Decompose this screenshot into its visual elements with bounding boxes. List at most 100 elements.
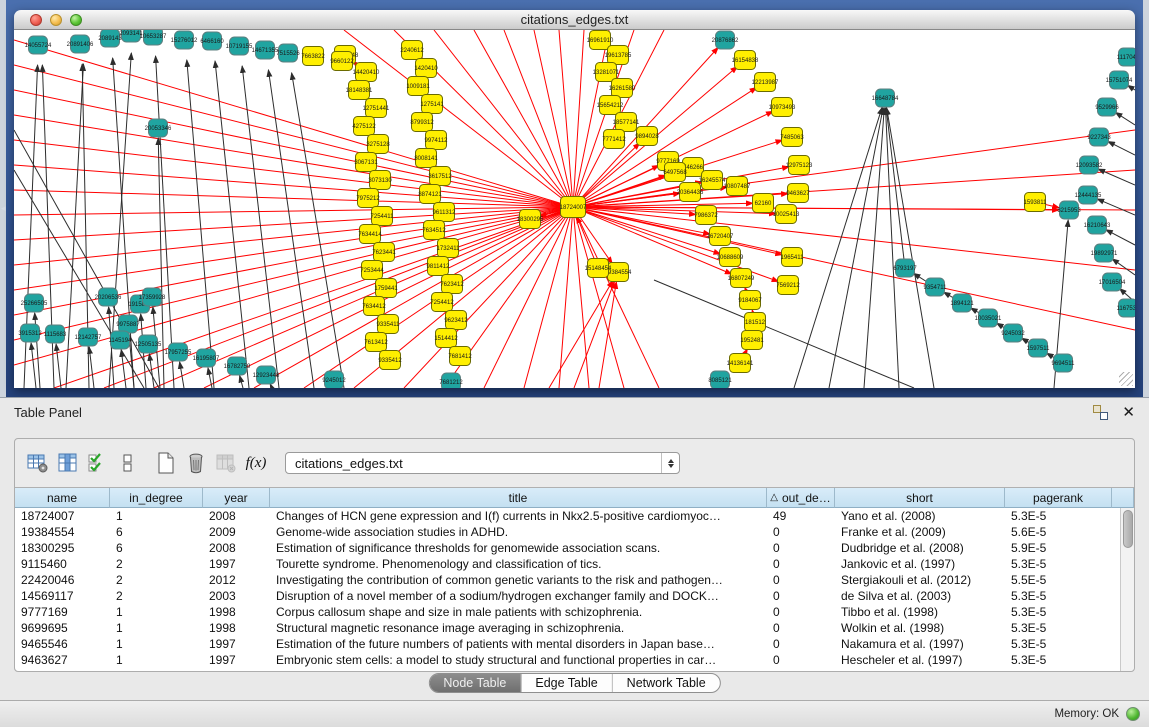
graph-node-label: 20891406	[67, 42, 94, 48]
graph-node-label: 16195807	[193, 356, 220, 362]
delete-table-icon[interactable]	[181, 448, 211, 478]
graph-node-label: 7254411	[371, 214, 395, 220]
tab-edge-table[interactable]: Edge Table	[520, 674, 611, 692]
minimize-window-button[interactable]	[50, 14, 62, 26]
table-cell: Hescheler et al. (1997)	[835, 652, 1005, 668]
graph-node-label: 20206536	[95, 295, 122, 301]
graph-node-label: 7681212	[439, 380, 463, 386]
graph-edge	[268, 70, 314, 388]
table-cell: 1998	[203, 604, 270, 620]
graph-node-label: 9354711	[924, 285, 948, 291]
table-row[interactable]: 1830029562008Estimation of significance …	[15, 540, 1134, 556]
column-header-short[interactable]: short	[835, 488, 1005, 508]
graph-edge	[654, 280, 914, 388]
scrollbar-thumb[interactable]	[1123, 510, 1133, 548]
table-row[interactable]: 2242004622012Investigating the contribut…	[15, 572, 1134, 588]
column-header-title[interactable]: title	[270, 488, 767, 508]
graph-edge	[270, 384, 272, 388]
select-columns-icon[interactable]	[83, 448, 113, 478]
table-row[interactable]: 946554611997Estimation of the future num…	[15, 636, 1134, 652]
table-cell: Nakamura et al. (1997)	[835, 636, 1005, 652]
zoom-window-button[interactable]	[70, 14, 82, 26]
graph-edge	[240, 376, 243, 388]
table-row[interactable]: 1872400712008Changes of HCN gene express…	[15, 508, 1134, 524]
graph-node-label: 2240612	[400, 48, 424, 54]
graph-node-label: 7254412	[430, 300, 454, 306]
graph-edge	[14, 207, 573, 215]
graph-edge	[534, 30, 573, 207]
table-column-icon[interactable]	[53, 448, 83, 478]
table-cell: Estimation of significance thresholds fo…	[270, 540, 767, 556]
row-height-icon[interactable]	[113, 448, 143, 478]
graph-node-label: 62160	[755, 201, 772, 207]
graph-node-label: 12444135	[1075, 193, 1102, 199]
graph-node-label: 10973493	[769, 105, 796, 111]
graph-node-label: 4275122	[352, 124, 376, 130]
table-settings-icon[interactable]	[23, 448, 53, 478]
graph-node-label: 9974112	[425, 138, 449, 144]
graph-node-label: 7485063	[780, 135, 804, 141]
memory-status-label: Memory: OK	[1054, 708, 1119, 720]
graph-node-label: 181512	[745, 320, 766, 326]
new-table-icon[interactable]	[151, 448, 181, 478]
graph-node-label: 20053346	[145, 126, 172, 132]
column-header-filler	[1112, 488, 1134, 508]
table-tabs: Node TableEdge TableNetwork Table	[428, 673, 720, 693]
column-header-year[interactable]: year	[203, 488, 270, 508]
vertical-scrollbar[interactable]	[1120, 508, 1134, 671]
tab-node-table[interactable]: Node Table	[429, 674, 520, 692]
table-header-row: namein_degreeyeartitle△out_de…shortpager…	[15, 488, 1134, 508]
graph-edge	[559, 30, 573, 207]
graph-node-label: 14055724	[25, 43, 52, 49]
graph-node-label: 1420410	[414, 66, 438, 72]
graph-node-label: 9694511	[1052, 361, 1076, 367]
table-row[interactable]: 1456911722003Disruption of a novel membe…	[15, 588, 1134, 604]
graph-node-label: 16807249	[728, 276, 755, 282]
graph-svg: 9894028977716974626664975681624557420364…	[14, 30, 1135, 388]
column-header-name[interactable]: name	[15, 488, 110, 508]
table-cell: 5.3E-5	[1005, 508, 1112, 524]
function-icon[interactable]: f(x)	[241, 448, 271, 478]
table-cell: 2008	[203, 540, 270, 556]
table-cell: 0	[767, 652, 835, 668]
close-window-button[interactable]	[30, 14, 42, 26]
graph-node-label: 12505135	[135, 342, 162, 348]
graph-node-label: 7663822	[301, 54, 325, 60]
float-panel-icon[interactable]	[1093, 405, 1108, 420]
table-row[interactable]: 969969511998Structural magnetic resonanc…	[15, 620, 1134, 636]
graph-node-label: 1514412	[434, 336, 458, 342]
window-resize-grip[interactable]	[1119, 372, 1133, 386]
graph-node-label: 7634512	[422, 228, 446, 234]
graph-node-label: 7681412	[448, 354, 472, 360]
graph-node-label: 25266505	[21, 301, 48, 307]
table-cell: Structural magnetic resonance image aver…	[270, 620, 767, 636]
graph-node-label: 12751441	[363, 106, 390, 112]
table-cell: Disruption of a novel member of a sodium…	[270, 588, 767, 604]
graph-node-label: 9623412	[444, 318, 468, 324]
pane-collapse-icon[interactable]: ◂	[1, 203, 6, 214]
table-row[interactable]: 946362711997Embryonic stem cells: a mode…	[15, 652, 1134, 668]
window-titlebar[interactable]: citations_edges.txt	[14, 10, 1135, 30]
column-header-in_degree[interactable]: in_degree	[110, 488, 203, 508]
graph-node-label: 1965411	[781, 255, 805, 261]
graph-edge	[885, 108, 899, 388]
graph-node-label: 9975887	[116, 322, 140, 328]
panel-title: Table Panel	[14, 405, 82, 420]
table-row[interactable]: 1938455462009Genome-wide association stu…	[15, 524, 1134, 540]
table-row[interactable]: 911546021997Tourette syndrome. Phenomeno…	[15, 556, 1134, 572]
close-panel-icon[interactable]: ✕	[1122, 405, 1135, 420]
graph-node-label: 19613785	[605, 53, 632, 59]
table-cell: 14569117	[15, 588, 110, 604]
column-header-out_de[interactable]: △out_de…	[767, 488, 835, 508]
graph-node-label: 7623412	[440, 282, 464, 288]
network-canvas[interactable]: 9894028977716974626664975681624557420364…	[14, 30, 1135, 388]
graph-edge	[31, 343, 36, 388]
graph-node-label: 3915312	[18, 331, 42, 337]
tab-network-table[interactable]: Network Table	[612, 674, 720, 692]
table-selector-dropdown[interactable]: citations_edges.txt	[285, 452, 680, 474]
table-cell: 5.3E-5	[1005, 588, 1112, 604]
graph-node-label: 12213987	[752, 80, 779, 86]
column-header-pagerank[interactable]: pagerank	[1005, 488, 1112, 508]
table-row[interactable]: 977716911998Corpus callosum shape and si…	[15, 604, 1134, 620]
graph-node-label: 8215953	[1057, 208, 1081, 214]
